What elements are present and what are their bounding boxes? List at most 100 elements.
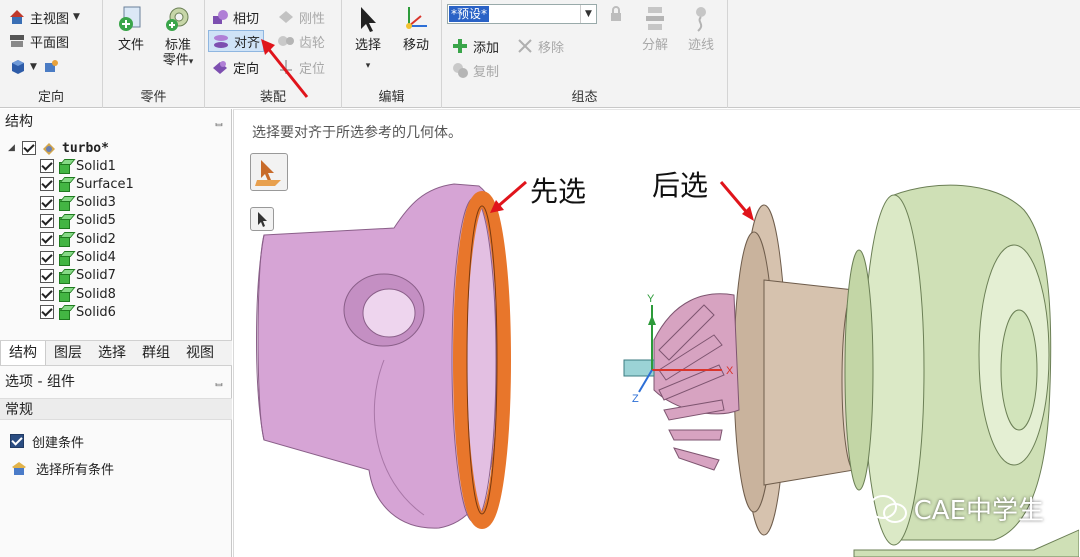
annotation-first-label: 先选 xyxy=(530,175,587,208)
tree-checkbox[interactable] xyxy=(40,305,54,320)
align-icon xyxy=(212,32,230,50)
impeller[interactable] xyxy=(653,293,740,471)
tree-checkbox[interactable] xyxy=(40,159,54,173)
main-view-dropdown-icon[interactable]: ▼ xyxy=(73,12,80,22)
move-label: 移动 xyxy=(402,38,429,53)
tab-structure[interactable]: 结构 xyxy=(0,341,46,365)
rigid-button[interactable]: 刚性 xyxy=(277,6,325,28)
options-section-header: 常规 xyxy=(0,398,232,420)
cursor-arrow-icon xyxy=(258,212,267,227)
tree-root-row[interactable]: ◢ turbo* xyxy=(8,139,109,157)
plus-icon xyxy=(451,37,469,55)
view-cube-dropdown-icon[interactable]: ▼ xyxy=(30,62,37,72)
rotate-view-icon[interactable] xyxy=(41,58,59,76)
pin-icon[interactable]: ᆸ xyxy=(214,371,224,393)
copy-config-button[interactable]: 复制 xyxy=(451,59,499,81)
tangent-icon xyxy=(211,8,229,26)
select-mode-tool[interactable] xyxy=(250,153,288,191)
tree-checkbox[interactable] xyxy=(40,250,54,265)
tree-checkbox[interactable] xyxy=(40,177,54,192)
select-all-conditions-option[interactable]: 选择所有条件 xyxy=(10,458,114,478)
file-label: 文件 xyxy=(117,38,144,53)
main-view-button[interactable]: 主视图 ▼ xyxy=(8,6,80,28)
annotation-arrow-first xyxy=(490,180,527,213)
plan-view-button[interactable]: 平面图 xyxy=(8,30,69,52)
add-config-button[interactable]: 添加 xyxy=(451,35,499,57)
file-add-icon xyxy=(116,4,146,34)
x-icon xyxy=(516,37,534,55)
tree-checkbox[interactable] xyxy=(40,232,54,247)
tree-item-label: Solid3 xyxy=(76,195,116,211)
cube-view-icon xyxy=(8,58,26,76)
tree-root-label: turbo* xyxy=(62,140,109,156)
remove-config-button[interactable]: 移除 xyxy=(516,35,564,57)
tree-item[interactable]: Surface1 xyxy=(40,175,134,193)
tree-item[interactable]: Solid5 xyxy=(40,212,116,230)
axis-y-label: Y xyxy=(647,293,655,305)
file-button[interactable]: 文件 xyxy=(111,4,151,53)
tree-item-label: Solid7 xyxy=(76,268,116,284)
annotation-second-label: 后选 xyxy=(652,169,709,202)
orient-icon xyxy=(211,58,229,76)
view-cube-button[interactable]: ▼ xyxy=(8,56,59,78)
lock-icon[interactable] xyxy=(607,5,625,23)
tab-layers[interactable]: 图层 xyxy=(46,341,90,365)
solid-body-icon xyxy=(58,251,72,266)
preset-combo-arrow-icon[interactable]: ▼ xyxy=(580,5,596,23)
tree-item[interactable]: Solid7 xyxy=(40,267,116,285)
plan-view-icon xyxy=(8,32,26,50)
tangent-label: 相切 xyxy=(233,11,260,27)
explode-icon xyxy=(640,4,670,34)
solid-body-icon xyxy=(58,305,72,321)
create-condition-label: 创建条件 xyxy=(32,435,85,451)
tree-checkbox[interactable] xyxy=(22,141,36,155)
copy-icon xyxy=(451,61,469,79)
solid-body-icon xyxy=(58,232,72,248)
tree-item[interactable]: Solid3 xyxy=(40,194,116,212)
main-view-label: 主视图 xyxy=(30,11,70,27)
tree-checkbox[interactable] xyxy=(40,268,54,283)
collapse-icon[interactable]: ◢ xyxy=(8,143,18,153)
tree-item[interactable]: Solid4 xyxy=(40,249,116,267)
solid-body-icon xyxy=(58,159,72,174)
tree-checkbox[interactable] xyxy=(40,213,54,228)
move-tool-button[interactable]: 移动 xyxy=(396,4,436,53)
options-panel-header: 选项 - 组件 ᆸ xyxy=(0,371,232,393)
explode-button[interactable]: 分解 xyxy=(636,4,674,53)
trace-button[interactable]: 迹线 xyxy=(682,4,720,53)
standard-parts-label-1: 标准 xyxy=(164,38,191,53)
cursor-arrow-icon xyxy=(353,4,383,34)
select-dropdown-icon[interactable]: ▾ xyxy=(346,59,390,74)
standard-parts-button[interactable]: 标准 零件▾ xyxy=(155,4,201,70)
viewport-3d[interactable]: 选择要对齐于所选参考的几何体。 Y X Z 先选 后选 CAE中学生 xyxy=(233,109,1080,557)
select-tool-button[interactable]: 选择 ▾ xyxy=(346,4,390,74)
parts-group-label: 零件 xyxy=(140,90,167,105)
create-condition-checkbox[interactable] xyxy=(10,434,24,448)
tree-item[interactable]: Solid2 xyxy=(40,230,116,248)
orient-button[interactable]: 定向 xyxy=(211,56,259,78)
options-section-label: 常规 xyxy=(5,402,33,418)
tab-selection[interactable]: 选择 xyxy=(90,341,134,365)
tree-checkbox[interactable] xyxy=(40,287,54,302)
tree-item[interactable]: Solid1 xyxy=(40,157,116,175)
tree-item-label: Solid5 xyxy=(76,213,116,229)
pointer-tool[interactable] xyxy=(250,207,274,231)
axis-x-label: X xyxy=(726,365,734,377)
axis-z-label: Z xyxy=(632,393,639,405)
ribbon: 主视图 ▼ 平面图 ▼ 定向 文件 标准 零件▾ 零件 相切 对齐 定向 刚性 … xyxy=(0,0,1080,108)
trace-icon xyxy=(686,4,716,34)
tab-views[interactable]: 视图 xyxy=(178,341,222,365)
preset-combo[interactable]: *预设* ▼ xyxy=(447,4,597,24)
create-condition-option[interactable]: 创建条件 xyxy=(10,431,84,451)
tree-item[interactable]: Solid8 xyxy=(40,285,116,303)
tree-item-label: Solid1 xyxy=(76,158,116,174)
wechat-icon xyxy=(868,494,907,523)
solid-body-icon xyxy=(58,287,72,303)
tangent-button[interactable]: 相切 xyxy=(211,6,259,28)
pin-icon[interactable]: ᆸ xyxy=(214,111,224,133)
solid-body-icon xyxy=(58,269,72,284)
tree-checkbox[interactable] xyxy=(40,195,54,210)
tab-groups[interactable]: 群组 xyxy=(134,341,178,365)
orient-group-label: 定向 xyxy=(37,90,64,105)
tree-item[interactable]: Solid6 xyxy=(40,303,116,321)
